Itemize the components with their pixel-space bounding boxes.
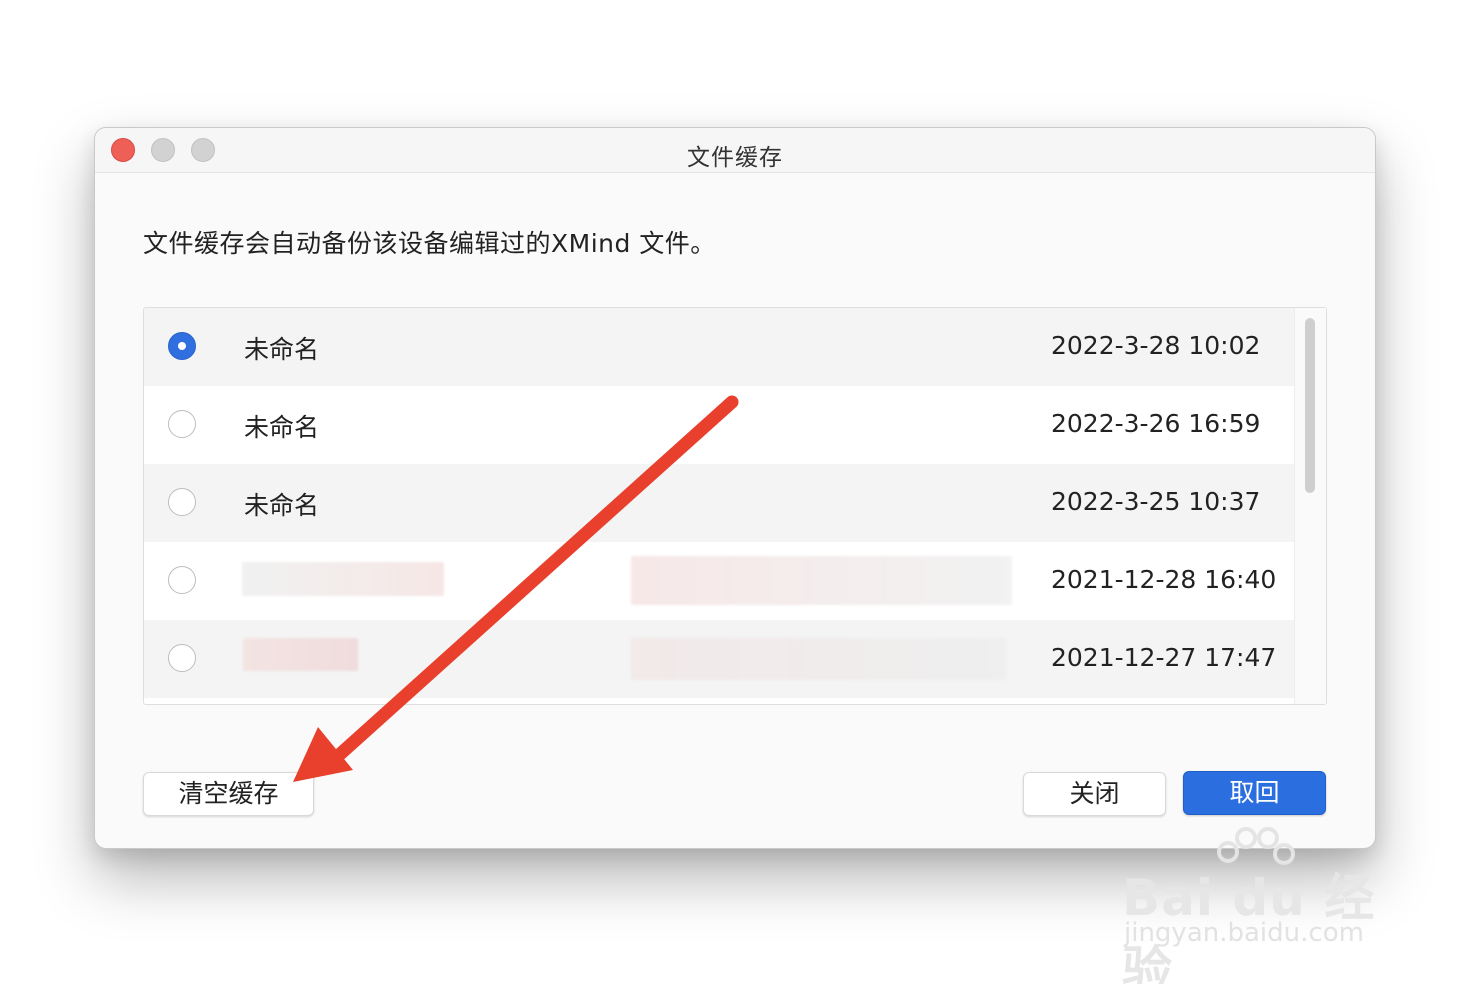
watermark-url: jingyan.baidu.com — [1124, 918, 1364, 948]
clear-cache-button[interactable]: 清空缓存 — [143, 772, 314, 816]
screen: 文件缓存 文件缓存会自动备份该设备编辑过的XMind 文件。 未命名 2022-… — [0, 0, 1462, 984]
radio-button[interactable] — [168, 566, 196, 594]
file-name: 未命名 — [244, 335, 320, 364]
file-name: 未命名 — [244, 413, 320, 442]
radio-button[interactable] — [168, 644, 196, 672]
blurred-file-name — [243, 638, 358, 671]
title-bar: 文件缓存 — [95, 128, 1375, 173]
radio-button-selected[interactable] — [168, 332, 196, 360]
baidu-watermark: Bai du 经验 jingyan.baidu.com — [1122, 827, 1387, 984]
blurred-file-path — [631, 556, 1012, 605]
file-date: 2021-12-28 16:40 — [1051, 565, 1277, 594]
scrollbar-thumb[interactable] — [1305, 318, 1315, 493]
file-date: 2022-3-28 10:02 — [1051, 331, 1261, 360]
retrieve-button[interactable]: 取回 — [1183, 771, 1326, 815]
file-name: 未命名 — [244, 491, 320, 520]
blurred-file-path — [631, 638, 1006, 680]
list-item[interactable]: 2021-12-28 16:40 — [144, 542, 1295, 620]
list-item[interactable]: 未命名 2022-3-26 16:59 — [144, 386, 1295, 464]
cache-file-list: 未命名 2022-3-28 10:02 未命名 2022-3-26 16:59 … — [143, 307, 1327, 705]
window-title: 文件缓存 — [687, 145, 783, 171]
dialog-description: 文件缓存会自动备份该设备编辑过的XMind 文件。 — [143, 229, 716, 258]
file-date: 2021-12-27 17:47 — [1051, 643, 1277, 672]
list-item[interactable]: 2021-12-27 17:47 — [144, 620, 1295, 698]
file-date: 2022-3-26 16:59 — [1051, 409, 1261, 438]
file-date: 2022-3-25 10:37 — [1051, 487, 1261, 516]
list-item[interactable]: 未命名 2022-3-25 10:37 — [144, 464, 1295, 542]
list-item[interactable]: 未命名 2022-3-28 10:02 — [144, 308, 1295, 386]
file-cache-dialog: 文件缓存 文件缓存会自动备份该设备编辑过的XMind 文件。 未命名 2022-… — [94, 127, 1376, 849]
radio-button[interactable] — [168, 488, 196, 516]
list-scrollbar[interactable] — [1294, 308, 1326, 704]
radio-button[interactable] — [168, 410, 196, 438]
close-button[interactable]: 关闭 — [1023, 772, 1166, 816]
blurred-file-name — [242, 562, 444, 596]
